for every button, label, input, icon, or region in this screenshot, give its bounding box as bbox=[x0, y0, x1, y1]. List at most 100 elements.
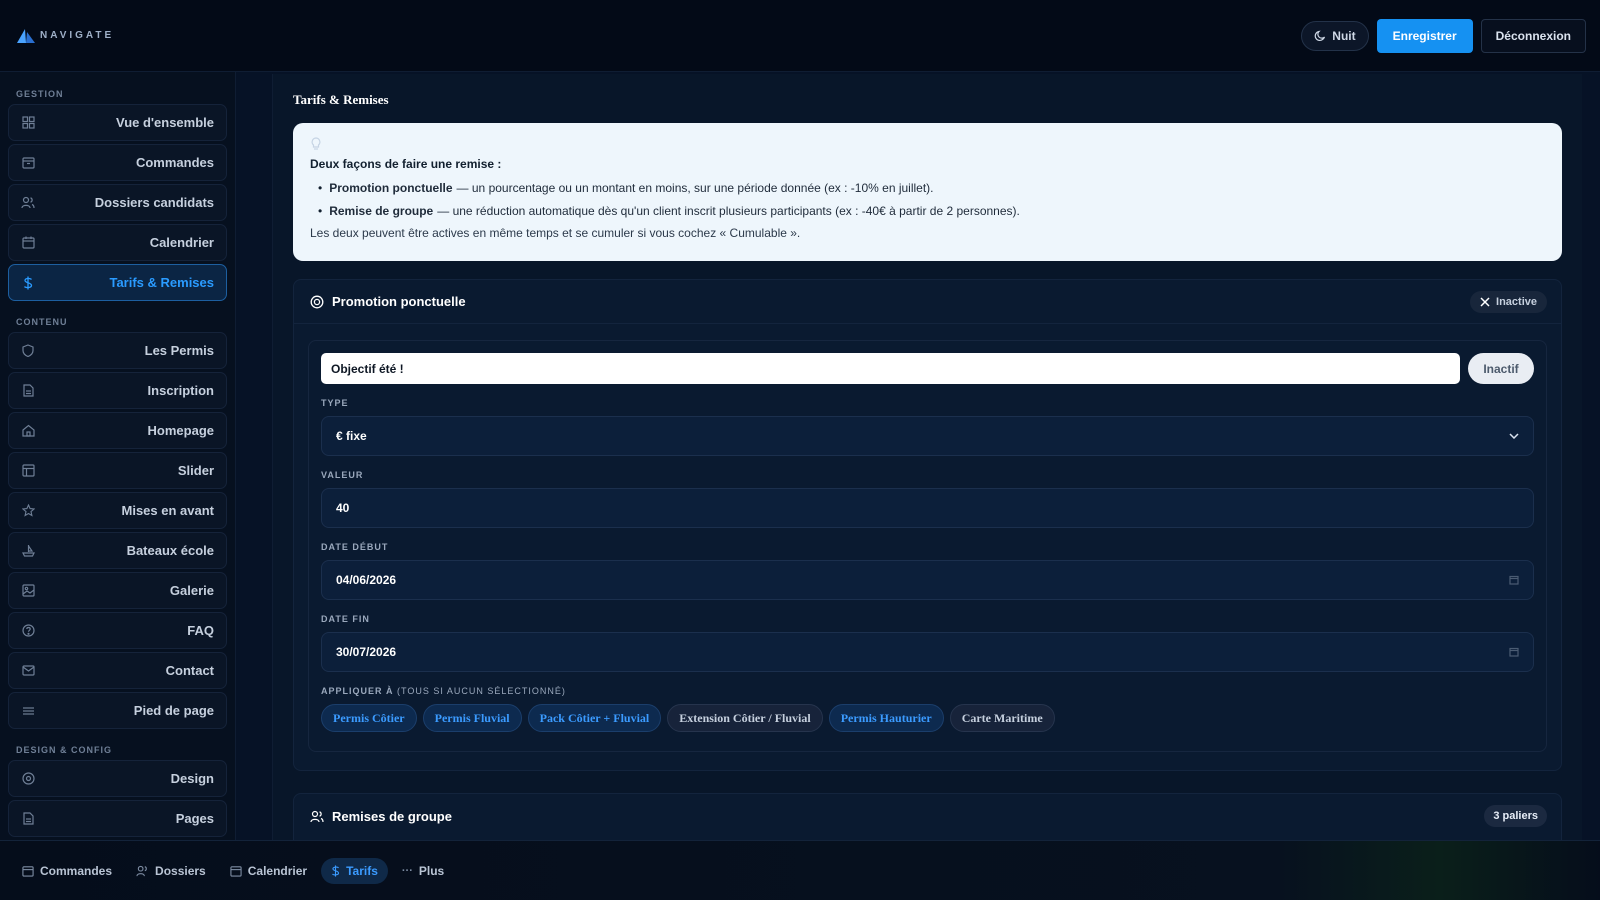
page-title: Tarifs & Remises bbox=[293, 92, 389, 107]
sidebar-item-label: Inscription bbox=[147, 383, 214, 398]
sidebar-item-gallery[interactable]: Galerie bbox=[8, 572, 227, 609]
home-icon bbox=[21, 424, 35, 438]
sidebar-item-faq[interactable]: FAQ bbox=[8, 612, 227, 649]
chip-permis-hauturier[interactable]: Permis Hauturier bbox=[828, 704, 944, 732]
lightbulb-icon bbox=[310, 137, 1545, 157]
sidebar-item-homepage[interactable]: Homepage bbox=[8, 412, 227, 449]
apply-to-hint: (TOUS SI AUCUN SÉLECTIONNÉ) bbox=[397, 686, 566, 696]
active-toggle-button[interactable]: Inactif bbox=[1468, 353, 1534, 384]
night-mode-label: Nuit bbox=[1332, 28, 1356, 43]
sidebar-item-pages[interactable]: Pages bbox=[8, 800, 227, 837]
users-icon bbox=[136, 865, 149, 877]
sidebar-item-label: Pied de page bbox=[133, 703, 214, 718]
calendar-icon bbox=[230, 865, 242, 877]
sidebar-item-label: Galerie bbox=[169, 583, 214, 598]
star-icon bbox=[21, 504, 35, 518]
info-item-title: Remise de groupe bbox=[329, 204, 434, 218]
type-select[interactable]: € fixe bbox=[321, 416, 1534, 456]
sidebar-item-contact[interactable]: Contact bbox=[8, 652, 227, 689]
sidebar-item-label: Design bbox=[170, 771, 214, 786]
target-icon bbox=[310, 295, 324, 309]
chip-permis-cotier[interactable]: Permis Côtier bbox=[321, 704, 417, 732]
sidebar-item-design[interactable]: Design bbox=[8, 760, 227, 797]
save-button[interactable]: Enregistrer bbox=[1376, 18, 1473, 53]
sidebar-item-label: Commandes bbox=[135, 155, 214, 170]
calendar-picker-icon[interactable] bbox=[1509, 647, 1519, 657]
sidebar-section-title: GESTION bbox=[16, 89, 64, 99]
top-actions: Nuit Enregistrer Déconnexion bbox=[1301, 18, 1586, 53]
apply-to-title: APPLIQUER À bbox=[321, 686, 394, 696]
bottom-nav-label: Commandes bbox=[40, 863, 113, 878]
chip-carte-maritime[interactable]: Carte Maritime bbox=[949, 704, 1055, 732]
pages-icon bbox=[21, 812, 35, 826]
image-icon bbox=[21, 584, 35, 598]
group-discount-label: Remises de groupe bbox=[332, 808, 452, 824]
bottom-nav-label: Tarifs bbox=[346, 863, 378, 878]
info-item-title: Promotion ponctuelle bbox=[329, 181, 453, 195]
tiers-badge: 3 paliers bbox=[1484, 805, 1547, 827]
promotion-card: Promotion ponctuelle Inactive Objectif é… bbox=[293, 279, 1562, 771]
bottom-nav-calendar[interactable]: Calendrier bbox=[220, 858, 317, 884]
chip-pack-cotier-fluvial[interactable]: Pack Côtier + Fluvial bbox=[527, 704, 662, 732]
sidebar-section-title: DESIGN & CONFIG bbox=[16, 745, 113, 755]
night-mode-button[interactable]: Nuit bbox=[1301, 20, 1369, 51]
calendar-picker-icon[interactable] bbox=[1509, 575, 1519, 585]
sidebar-item-label: Slider bbox=[177, 463, 214, 478]
value-input[interactable]: 40 bbox=[321, 488, 1534, 528]
sidebar-item-calendar[interactable]: Calendrier bbox=[8, 224, 227, 261]
end-date-label: DATE FIN bbox=[321, 614, 370, 624]
info-item-text: — un pourcentage ou un montant en moins,… bbox=[456, 181, 934, 195]
box-icon bbox=[22, 865, 34, 877]
dollar-icon bbox=[21, 276, 35, 290]
sidebar-item-permits[interactable]: Les Permis bbox=[8, 332, 227, 369]
type-label: TYPE bbox=[321, 398, 349, 408]
footer-icon bbox=[21, 704, 35, 718]
group-discount-card: Remises de groupe 3 paliers bbox=[293, 793, 1562, 840]
sidebar-item-orders[interactable]: Commandes bbox=[8, 144, 227, 181]
logout-button[interactable]: Déconnexion bbox=[1480, 18, 1586, 53]
chip-extension-cotier-fluvial[interactable]: Extension Côtier / Fluvial bbox=[667, 704, 823, 732]
status-badge[interactable]: Inactive bbox=[1470, 290, 1547, 313]
permit-chips: Permis Côtier Permis Fluvial Pack Côtier… bbox=[321, 704, 1534, 732]
end-date-input[interactable]: 30/07/2026 bbox=[321, 632, 1534, 672]
brand[interactable]: NAVIGATE bbox=[16, 28, 114, 44]
start-date-input[interactable]: 04/06/2026 bbox=[321, 560, 1534, 600]
end-date-value: 30/07/2026 bbox=[336, 645, 397, 659]
sidebar-item-label: Mises en avant bbox=[121, 503, 215, 518]
box-icon bbox=[21, 156, 35, 170]
promotion-name-input[interactable]: Objectif été ! bbox=[321, 353, 1460, 384]
users-icon bbox=[310, 810, 324, 823]
more-icon: ··· bbox=[401, 864, 413, 877]
info-list: Promotion ponctuelle — un pourcentage ou… bbox=[310, 181, 1545, 218]
bottom-nav-pricing[interactable]: Tarifs bbox=[321, 857, 388, 884]
navigate-logo-icon bbox=[16, 28, 36, 44]
start-date-value: 04/06/2026 bbox=[336, 573, 397, 587]
bottom-nav-more[interactable]: ··· Plus bbox=[392, 858, 454, 884]
sidebar-item-pricing[interactable]: Tarifs & Remises bbox=[8, 264, 227, 301]
group-discount-header[interactable]: Remises de groupe 3 paliers bbox=[294, 794, 1561, 838]
sidebar-item-slider[interactable]: Slider bbox=[8, 452, 227, 489]
sidebar-item-school-boats[interactable]: Bateaux école bbox=[8, 532, 227, 569]
sidebar-item-label: Bateaux école bbox=[126, 543, 214, 558]
sidebar-item-overview[interactable]: Vue d'ensemble bbox=[8, 104, 227, 141]
sidebar-item-registration[interactable]: Inscription bbox=[8, 372, 227, 409]
info-footer: Les deux peuvent être actives en même te… bbox=[310, 226, 801, 240]
chevron-down-icon bbox=[1509, 433, 1519, 439]
sidebar-item-highlights[interactable]: Mises en avant bbox=[8, 492, 227, 529]
info-heading: Deux façons de faire une remise : bbox=[310, 157, 502, 171]
bottom-nav-orders[interactable]: Commandes bbox=[12, 858, 122, 884]
sidebar-item-label: Vue d'ensemble bbox=[116, 115, 214, 130]
sidebar-item-footer[interactable]: Pied de page bbox=[8, 692, 227, 729]
promotion-card-header: Promotion ponctuelle Inactive bbox=[294, 280, 1561, 324]
bottom-nav: Commandes Dossiers Calendrier Tarifs ···… bbox=[0, 840, 1600, 900]
bottom-nav-files[interactable]: Dossiers bbox=[126, 858, 216, 884]
bottom-nav-label: Dossiers bbox=[155, 863, 206, 878]
close-icon bbox=[1480, 296, 1490, 307]
palette-icon bbox=[21, 772, 35, 786]
list-item: Promotion ponctuelle — un pourcentage ou… bbox=[318, 181, 1545, 195]
sidebar-item-label: FAQ bbox=[187, 623, 214, 638]
sidebar-item-candidates[interactable]: Dossiers candidats bbox=[8, 184, 227, 221]
chip-permis-fluvial[interactable]: Permis Fluvial bbox=[422, 704, 522, 732]
